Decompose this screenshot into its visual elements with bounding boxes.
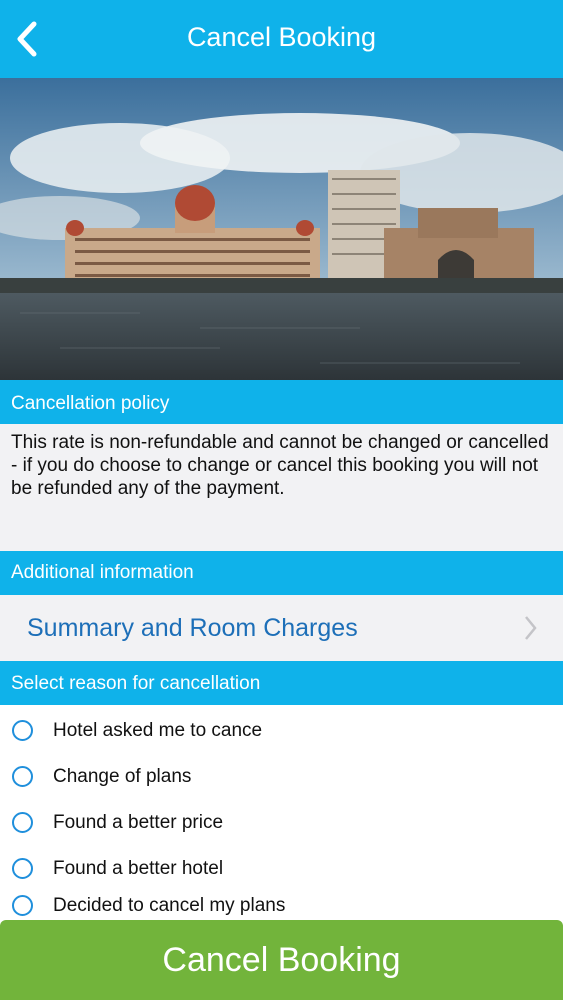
reason-label: Found a better hotel	[53, 858, 224, 879]
additional-information-header: Additional information	[0, 551, 563, 595]
reason-option-better-hotel[interactable]: Found a better hotel	[0, 851, 563, 891]
top-bar: Cancel Booking	[0, 0, 563, 78]
policy-text: This rate is non-refundable and cannot b…	[11, 432, 549, 499]
reason-option-hotel-asked[interactable]: Hotel asked me to cance	[0, 713, 563, 753]
radio-button-icon[interactable]	[12, 720, 33, 741]
radio-button-icon[interactable]	[12, 858, 33, 879]
summary-label: Summary and Room Charges	[27, 614, 358, 642]
chevron-right-icon	[525, 616, 537, 640]
reason-label: Decided to cancel my plans	[53, 895, 286, 916]
hotel-photo	[0, 78, 563, 380]
reason-label: Hotel asked me to cance	[53, 720, 263, 741]
reason-label: Change of plans	[53, 766, 192, 787]
summary-room-charges-link[interactable]: Summary and Room Charges	[0, 595, 563, 661]
reason-option-change-plans[interactable]: Change of plans	[0, 759, 563, 799]
reason-header: Select reason for cancellation	[0, 661, 563, 705]
cancel-booking-button[interactable]: Cancel Booking	[0, 920, 563, 1000]
reason-option-better-price[interactable]: Found a better price	[0, 805, 563, 845]
radio-button-icon[interactable]	[12, 766, 33, 787]
hotel-photo-illustration	[0, 78, 563, 380]
page-title: Cancel Booking	[186, 22, 377, 52]
cancellation-policy-header: Cancellation policy	[0, 380, 563, 424]
radio-button-icon[interactable]	[12, 895, 33, 916]
reason-label: Found a better price	[53, 812, 224, 833]
radio-button-icon[interactable]	[12, 812, 33, 833]
